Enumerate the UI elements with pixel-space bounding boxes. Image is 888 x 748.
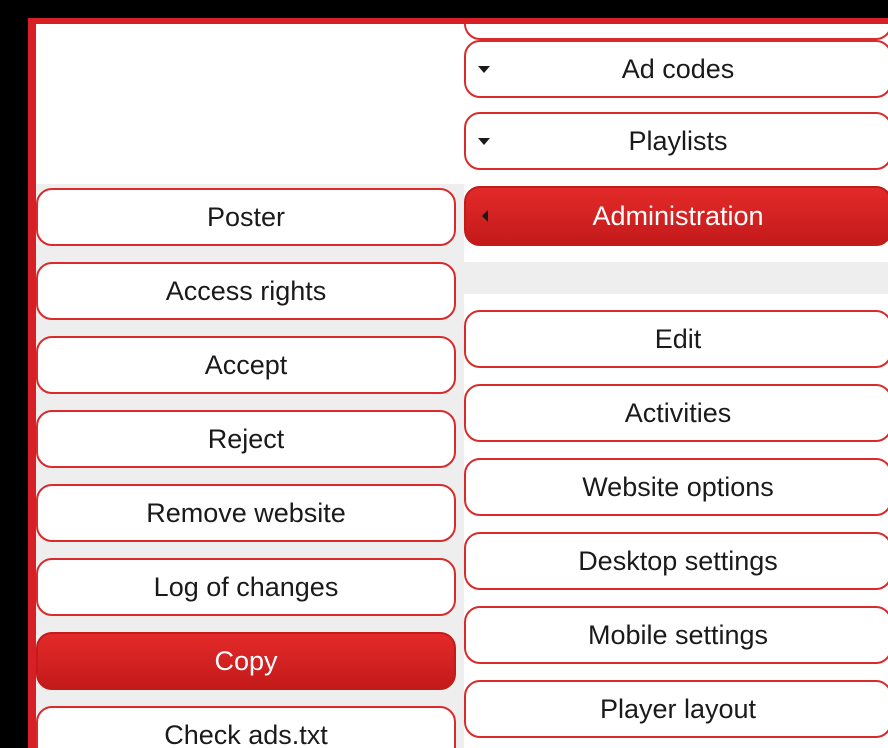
administration-label: Administration [592,200,764,231]
edit-label: Edit [654,323,702,354]
check-ads-txt-label: Check ads.txt [164,719,328,748]
website-options-label: Website options [582,471,774,502]
desktop-settings-button[interactable]: Desktop settings [464,532,888,590]
accept-label: Accept [204,349,288,380]
remove-website-button[interactable]: Remove website [36,484,456,542]
remove-website-label: Remove website [146,497,346,528]
copy-button[interactable]: Copy [36,632,456,690]
poster-button[interactable]: Poster [36,188,456,246]
mobile-settings-label: Mobile settings [587,619,769,650]
reject-button[interactable]: Reject [36,410,456,468]
activities-button[interactable]: Activities [464,384,888,442]
log-of-changes-button[interactable]: Log of changes [36,558,456,616]
poster-label: Poster [206,201,286,232]
check-ads-txt-button[interactable]: Check ads.txt [36,706,456,748]
ad-codes-button[interactable]: Ad codes [464,40,888,98]
mobile-settings-button[interactable]: Mobile settings [464,606,888,664]
administration-button[interactable]: Administration [464,186,888,246]
ad-codes-label: Ad codes [621,53,735,84]
website-options-button[interactable]: Website options [464,458,888,516]
access-rights-button[interactable]: Access rights [36,262,456,320]
caret-left-icon [482,210,488,222]
reject-label: Reject [207,423,285,454]
playlists-button[interactable]: Playlists [464,112,888,170]
caret-down-icon [478,66,490,73]
menu-panel: Ad codes Playlists Administration Poster… [36,24,888,748]
player-layout-label: Player layout [599,693,757,724]
activities-label: Activities [624,397,732,428]
log-of-changes-label: Log of changes [153,571,339,602]
desktop-settings-label: Desktop settings [578,545,778,576]
accept-button[interactable]: Accept [36,336,456,394]
copy-label: Copy [214,645,278,676]
right-submenu-background [464,262,888,294]
playlists-label: Playlists [628,125,728,156]
access-rights-label: Access rights [165,275,327,306]
menu-item-partial-top[interactable] [464,24,888,40]
caret-down-icon [478,138,490,145]
edit-button[interactable]: Edit [464,310,888,368]
player-layout-button[interactable]: Player layout [464,680,888,738]
